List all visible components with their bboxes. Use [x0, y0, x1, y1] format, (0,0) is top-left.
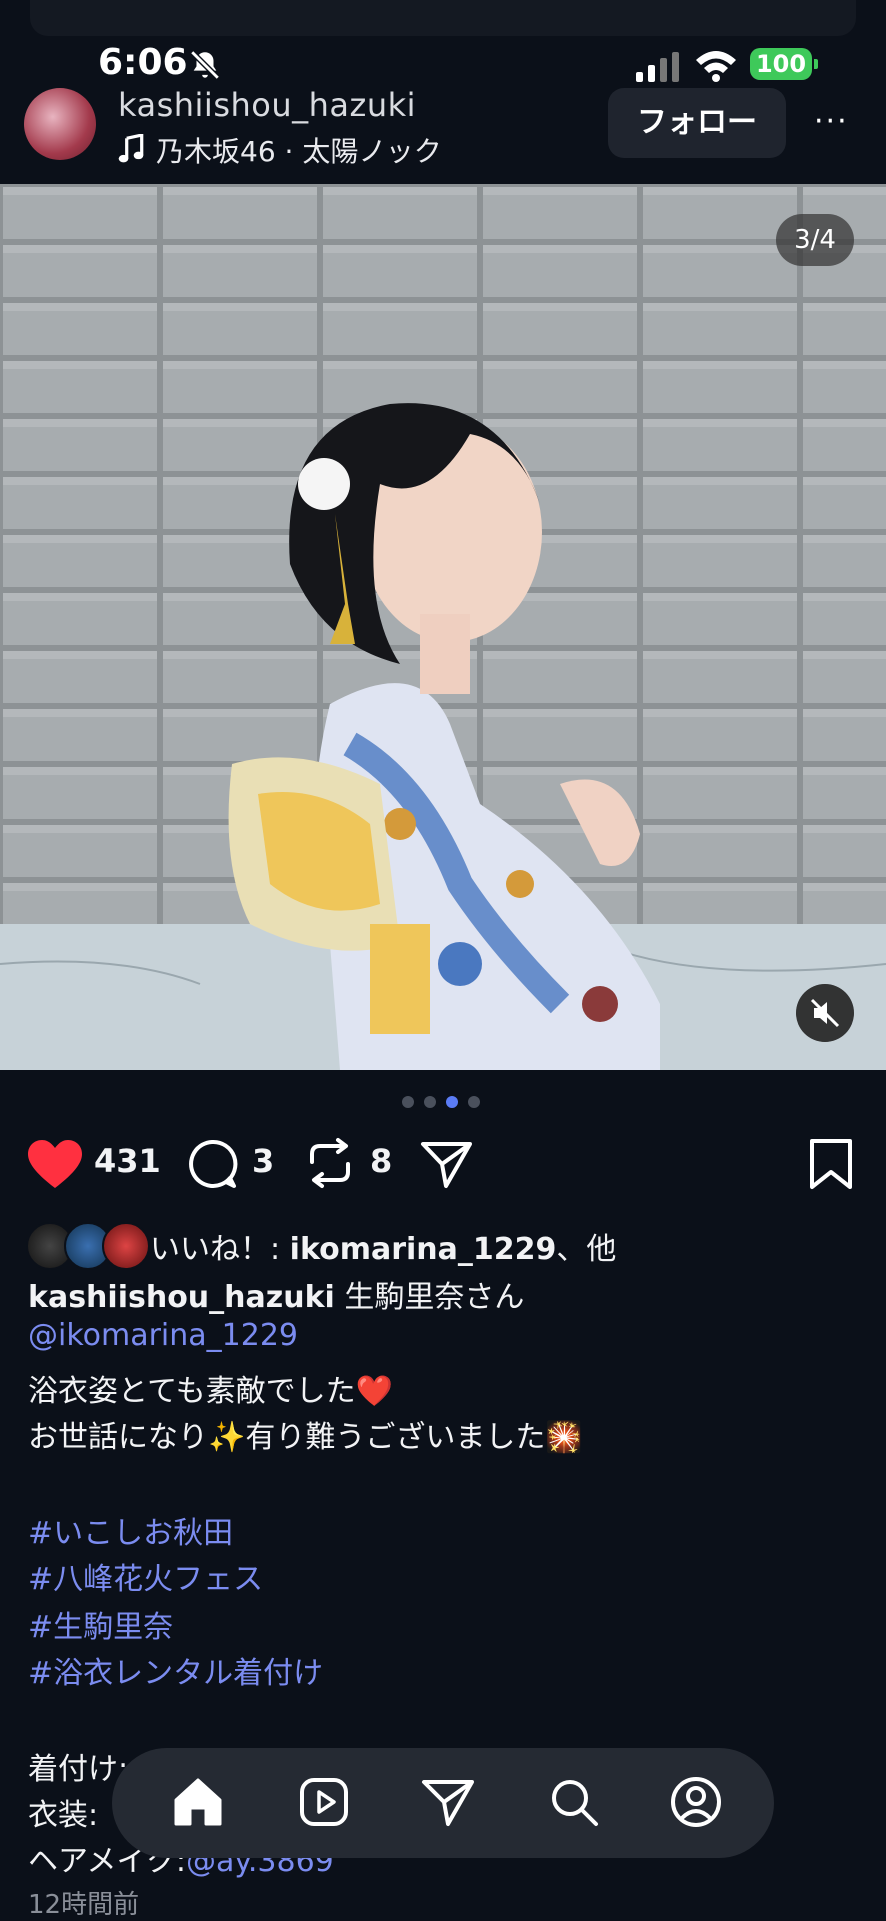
hashtag[interactable]: #八峰花火フェス: [28, 1554, 263, 1598]
hashtag[interactable]: #生駒里奈: [28, 1602, 173, 1646]
mute-icon[interactable]: [796, 984, 854, 1042]
top-blur-bar: [30, 0, 856, 36]
comment-count[interactable]: 3: [252, 1142, 274, 1180]
heart-icon[interactable]: [28, 1140, 82, 1190]
reels-icon[interactable]: [296, 1774, 352, 1830]
caption-username[interactable]: kashiishou_hazuki: [28, 1280, 335, 1315]
photo-counter: 3/4: [776, 214, 854, 266]
carousel-dot: [402, 1096, 414, 1108]
profile-icon[interactable]: [668, 1774, 724, 1830]
home-icon[interactable]: [170, 1774, 226, 1830]
caption-text: 生駒里奈さん: [334, 1280, 525, 1315]
hashtag[interactable]: #いこしお秋田: [28, 1508, 233, 1552]
bell-slash-icon: [190, 50, 220, 80]
bookmark-icon[interactable]: [808, 1138, 854, 1190]
photo-illustration: [0, 184, 886, 1070]
song-label[interactable]: 乃木坂46 · 太陽ノック: [156, 130, 442, 170]
author-username[interactable]: kashiishou_hazuki: [118, 86, 416, 124]
caption-line-1: kashiishou_hazuki 生駒里奈さん: [28, 1272, 524, 1316]
repost-count[interactable]: 8: [370, 1142, 392, 1180]
carousel-dot: [424, 1096, 436, 1108]
hashtag[interactable]: #浴衣レンタル着付け: [28, 1648, 323, 1692]
battery-indicator: 100: [750, 48, 818, 80]
carousel-dot-active: [446, 1096, 458, 1108]
like-count[interactable]: 431: [94, 1142, 161, 1180]
caption-mention[interactable]: @ikomarina_1229: [28, 1318, 298, 1353]
liked-by-suffix: 、他: [556, 1232, 617, 1267]
carousel-dots: [402, 1096, 486, 1108]
comment-icon[interactable]: [186, 1138, 238, 1190]
wifi-icon: [696, 51, 736, 82]
repost-icon[interactable]: [304, 1136, 356, 1190]
follow-button[interactable]: フォロー: [608, 88, 786, 158]
caption-line-3: 浴衣姿とても素敵でした❤️: [28, 1374, 393, 1409]
liked-by-user[interactable]: ikomarina_1229: [290, 1232, 557, 1267]
author-avatar[interactable]: [24, 88, 96, 160]
caption-kitsuke: 着付け:: [28, 1752, 129, 1787]
post-timestamp: 12時間前: [28, 1890, 140, 1920]
carousel-dot: [468, 1096, 480, 1108]
caption-ishou: 衣装:: [28, 1798, 99, 1833]
share-icon[interactable]: [420, 1138, 474, 1190]
music-note-icon: [118, 134, 144, 163]
bottom-nav: [112, 1748, 774, 1858]
status-time: 6:06: [98, 42, 188, 83]
liked-by-prefix: いいね！:: [150, 1232, 290, 1267]
messages-icon[interactable]: [420, 1774, 476, 1830]
post-photo[interactable]: [0, 184, 886, 1070]
caption-line-4: お世話になり✨有り難うございました🎇: [28, 1420, 583, 1455]
liked-by-text[interactable]: いいね！: ikomarina_1229、他: [150, 1224, 616, 1268]
search-icon[interactable]: [546, 1774, 602, 1830]
signal-icon: [636, 52, 679, 82]
liked-by-avatar[interactable]: [102, 1222, 150, 1270]
more-icon[interactable]: ···: [814, 104, 858, 144]
